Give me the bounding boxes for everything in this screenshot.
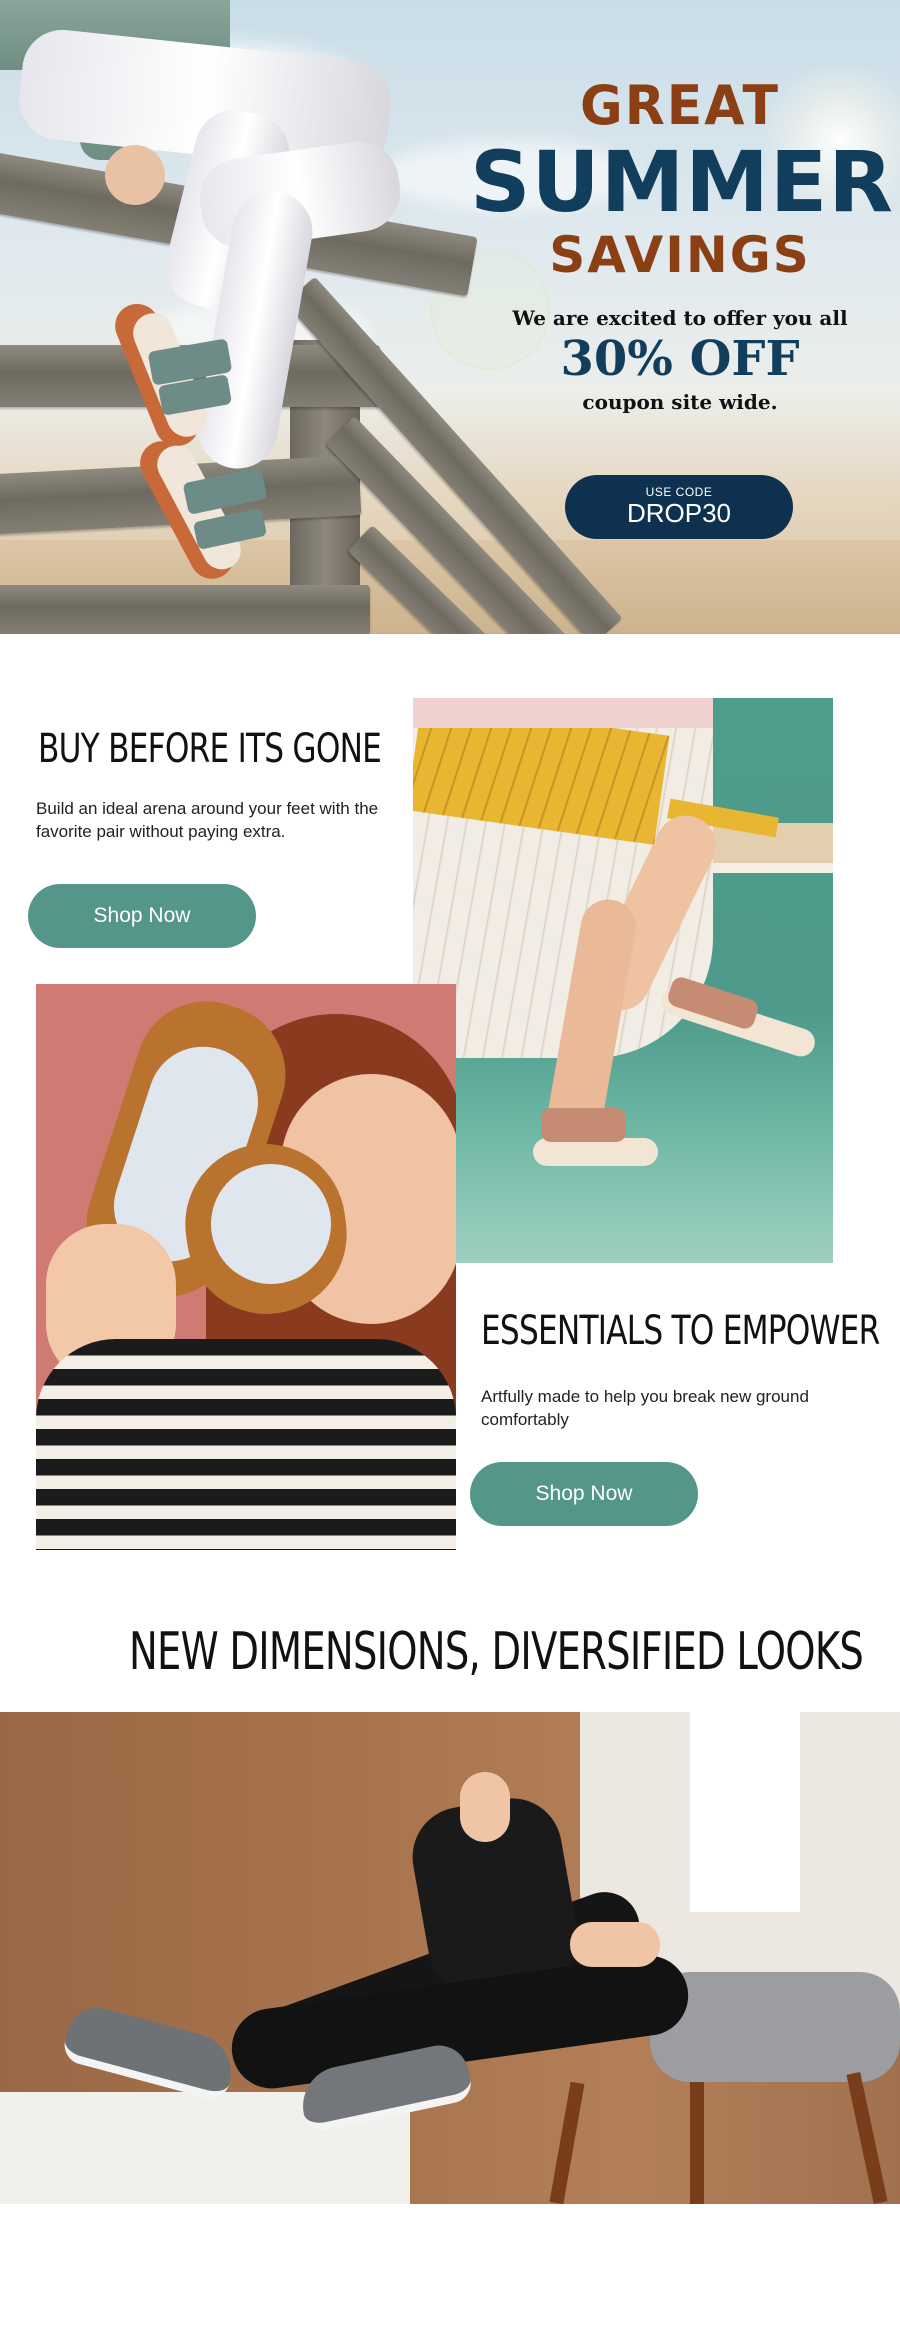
promo-copy: GREAT SUMMER SAVINGS We are excited to o… <box>470 74 894 415</box>
shop-now-button-1[interactable]: Shop Now <box>28 884 256 948</box>
offer-amount: 30% OFF <box>560 331 800 387</box>
sandals-teal-photo <box>413 698 833 1263</box>
new-dimensions-title: NEW DIMENSIONS, DIVERSIFIED LOOKS <box>0 1622 900 1682</box>
offer-outro: coupon site wide. <box>582 390 778 415</box>
shop-now-button-2[interactable]: Shop Now <box>470 1462 698 1526</box>
new-dimensions-title-text: NEW DIMENSIONS, DIVERSIFIED LOOKS <box>128 1622 864 1682</box>
buy-before-title: BUY BEFORE ITS GONE <box>38 726 382 772</box>
coupon-code-badge[interactable]: USE CODE DROP30 <box>565 475 793 539</box>
essentials-title: ESSENTIALS TO EMPOWER <box>481 1308 880 1354</box>
hero-banner: GREAT SUMMER SAVINGS We are excited to o… <box>0 0 900 634</box>
headline-great: GREAT <box>580 74 780 138</box>
headline-summer: SUMMER <box>470 133 894 231</box>
sneakers-photo <box>0 1712 900 2204</box>
coupon-code: DROP30 <box>626 498 732 529</box>
coupon-label: USE CODE <box>645 485 713 500</box>
headline-savings: SAVINGS <box>549 226 811 284</box>
offer-intro: We are excited to offer you all <box>512 306 848 330</box>
buy-before-description: Build an ideal arena around your feet wi… <box>36 799 379 841</box>
woman-sandals-photo <box>36 984 456 1550</box>
essentials-description: Artfully made to help you break new grou… <box>481 1387 809 1429</box>
